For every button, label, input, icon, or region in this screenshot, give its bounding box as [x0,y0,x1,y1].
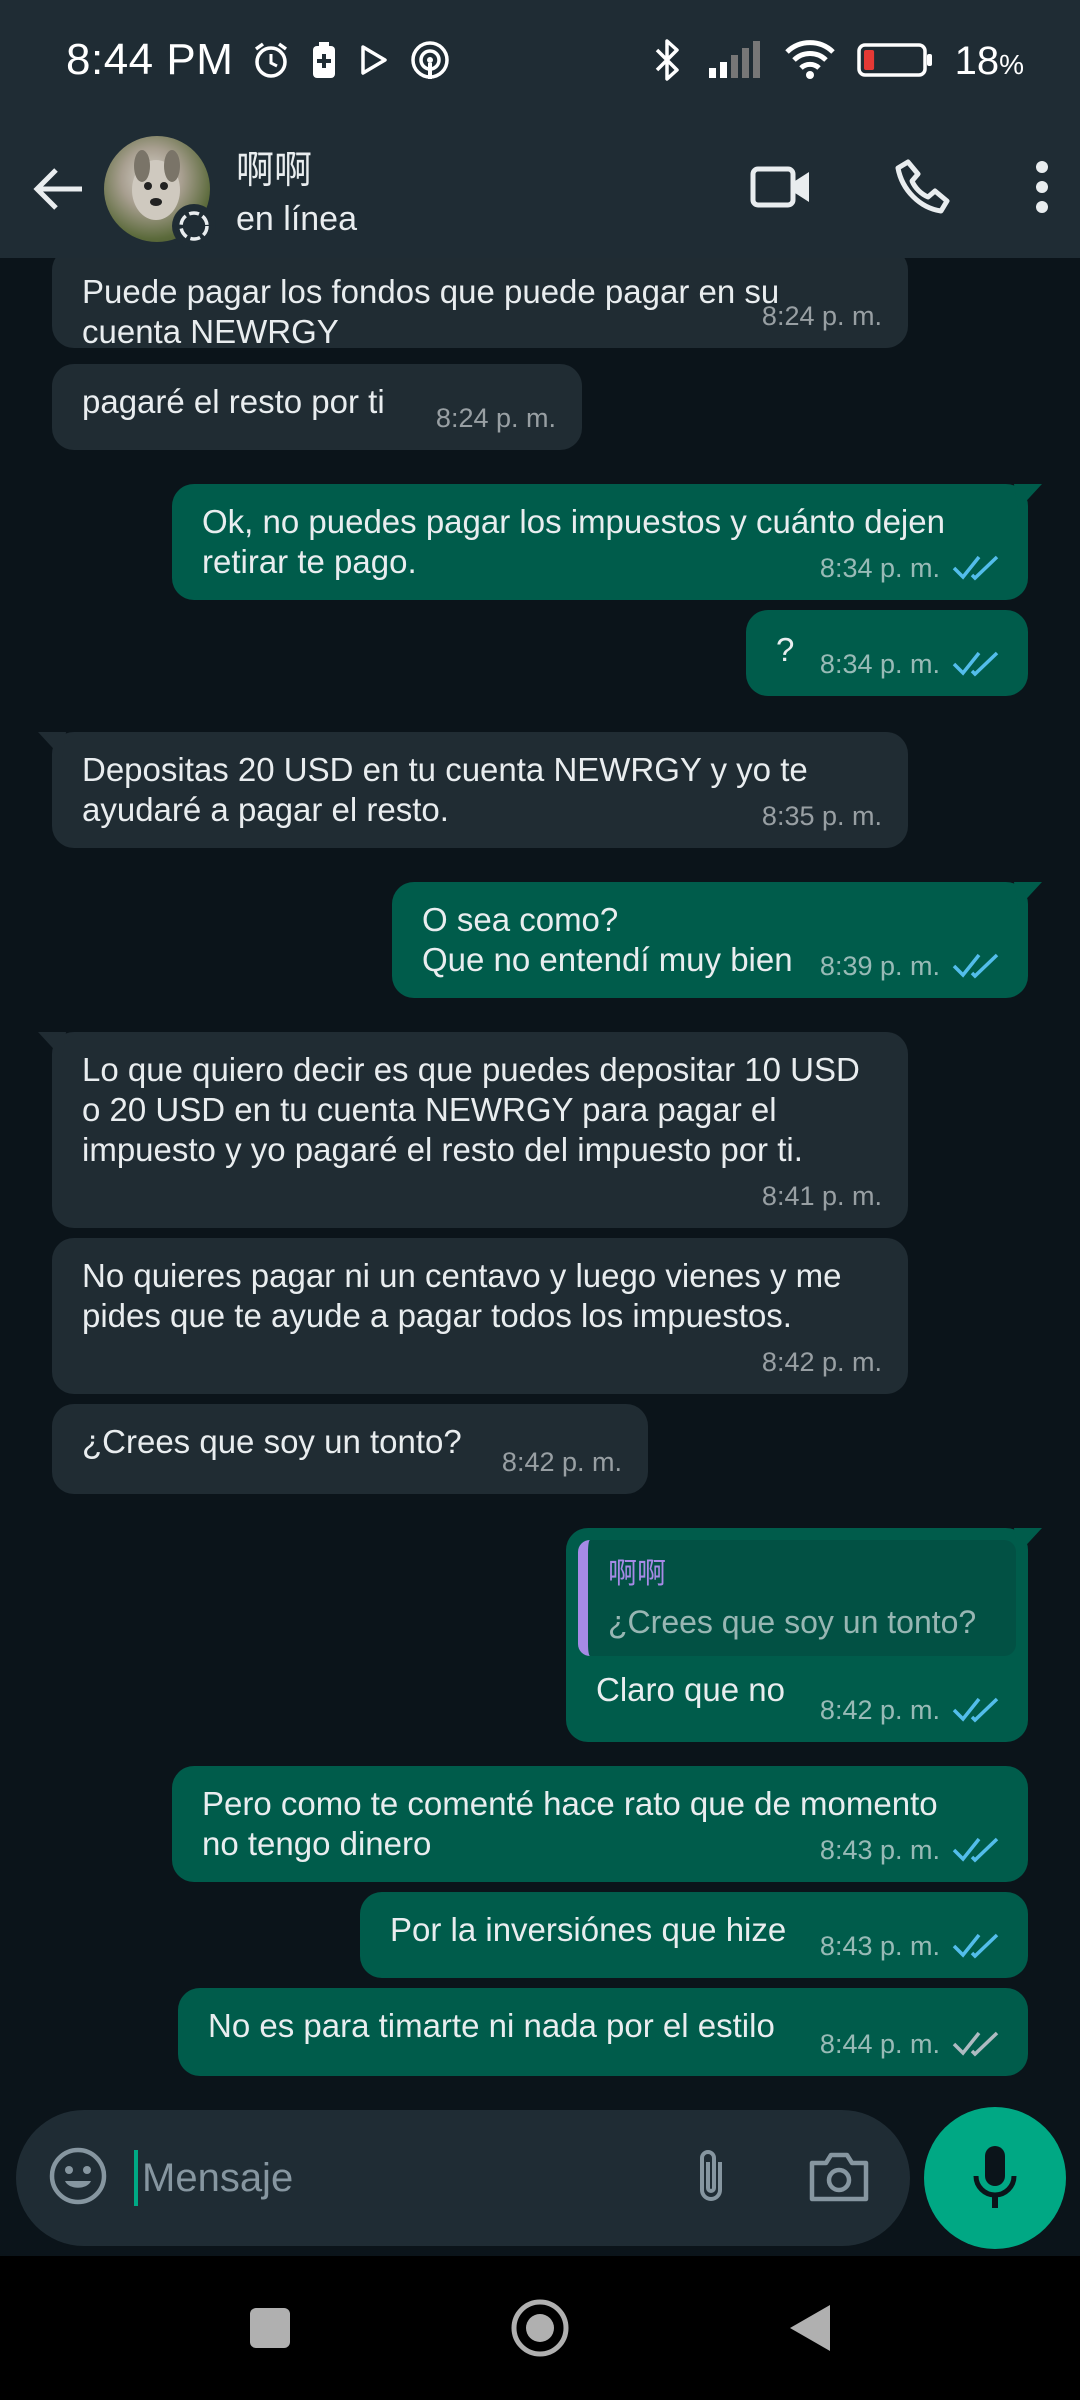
read-receipt-icon [952,1931,1002,1961]
message-time: 8:34 p. m. [819,553,940,583]
message-line: O sea como? [422,901,619,938]
message-input-box[interactable]: Mensaje [16,2110,910,2246]
signal-icon [707,40,763,80]
video-call-icon[interactable] [750,163,812,216]
composer: Mensaje [0,2100,1080,2256]
alarm-icon [251,40,291,80]
home-button[interactable] [500,2288,580,2368]
read-receipt-icon [952,1835,1002,1865]
read-receipt-icon [952,1695,1002,1725]
message-incoming[interactable]: pagaré el resto por ti 8:24 p. m. [52,364,582,450]
battery-percentage: 18 [954,39,1000,83]
message-time: 8:39 p. m. [819,951,940,981]
back-triangle-icon [790,2305,830,2351]
battery-unit: % [999,49,1024,80]
camera-icon[interactable] [808,2149,870,2208]
message-time: 8:24 p. m. [761,301,882,331]
message-incoming[interactable]: Depositas 20 USD en tu cuenta NEWRGY y y… [38,732,908,848]
attach-icon[interactable] [690,2146,734,2211]
quoted-author: 啊啊 [608,1558,667,1590]
message-outgoing[interactable]: ? 8:34 p. m. [746,610,1028,696]
read-receipt-icon [952,951,1002,981]
message-text: Lo que quiero decir es que puedes deposi… [82,1051,860,1168]
message-time: 8:43 p. m. [819,1931,940,1961]
back-arrow-icon [33,168,82,210]
battery-icon [856,40,933,80]
message-text: Puede pagar los fondos que puede pagar e… [82,273,780,350]
message-input[interactable]: Mensaje [134,2150,690,2206]
message-outgoing[interactable]: Pero como te comenté hace rato que de mo… [172,1766,1028,1882]
message-incoming[interactable]: ¿Crees que soy un tonto? 8:42 p. m. [52,1404,648,1494]
contact-name: 啊啊 [236,150,313,192]
bluetooth-icon [651,38,685,82]
back-nav-button[interactable] [770,2288,850,2368]
emoji-icon[interactable] [48,2146,108,2211]
status-bar: 8:44 PM 18% [0,0,1080,120]
play-store-icon [357,43,391,77]
status-ring-icon [172,204,216,248]
message-time: 8:42 p. m. [819,1695,940,1725]
back-button[interactable] [24,155,92,223]
message-outgoing[interactable]: Por la inversiónes que hize 8:43 p. m. [360,1892,1028,1978]
text-caret [134,2150,138,2206]
message-time: 8:34 p. m. [819,649,940,679]
message-text: No quieres pagar ni un centavo y luego v… [82,1257,842,1334]
message-incoming[interactable]: Puede pagar los fondos que puede pagar e… [52,258,908,350]
recents-button[interactable] [230,2288,310,2368]
message-text: Depositas 20 USD en tu cuenta NEWRGY y y… [82,751,808,828]
phone-icon[interactable] [894,158,952,221]
message-time: 8:41 p. m. [761,1181,882,1211]
voice-record-button[interactable] [924,2107,1066,2249]
hotspot-icon [409,39,451,81]
message-time: 8:43 p. m. [819,1835,940,1865]
message-time: 8:42 p. m. [501,1447,622,1477]
more-vert-icon[interactable] [1034,160,1050,219]
message-time: 8:24 p. m. [435,403,556,433]
read-receipt-icon [952,553,1002,583]
status-time: 8:44 PM [66,35,234,84]
read-receipt-icon [952,649,1002,679]
message-outgoing[interactable]: O sea como? Que no entendí muy bien 8:39… [392,882,1042,998]
quoted-message[interactable]: 啊啊 ¿Crees que soy un tonto? [578,1540,1016,1656]
message-time: 8:42 p. m. [761,1347,882,1377]
avatar[interactable] [104,136,216,248]
message-incoming[interactable]: Lo que quiero decir es que puedes deposi… [38,1032,908,1228]
delivered-receipt-icon [952,2029,1002,2059]
message-placeholder: Mensaje [142,2155,294,2200]
quoted-text: ¿Crees que soy un tonto? [608,1604,977,1640]
message-time: 8:44 p. m. [819,2029,940,2059]
message-outgoing[interactable]: Ok, no puedes pagar los impuestos y cuán… [172,484,1042,600]
chat-header: 啊啊 en línea [0,120,1080,258]
contact-info[interactable]: 啊啊 en línea [236,139,357,239]
mic-icon [973,2146,1017,2208]
home-icon [511,2299,569,2357]
recents-icon [250,2308,290,2348]
system-navbar [0,2256,1080,2400]
message-time: 8:35 p. m. [761,801,882,831]
battery-saver-icon [309,40,339,80]
contact-status: en línea [236,200,357,238]
wifi-icon [784,40,835,80]
message-outgoing-reply[interactable]: 啊啊 ¿Crees que soy un tonto? Claro que no… [566,1528,1042,1742]
message-outgoing[interactable]: No es para timarte ni nada por el estilo… [178,1988,1028,2076]
message-incoming[interactable]: No quieres pagar ni un centavo y luego v… [52,1238,908,1394]
chat-area[interactable]: Puede pagar los fondos que puede pagar e… [0,258,1080,2100]
